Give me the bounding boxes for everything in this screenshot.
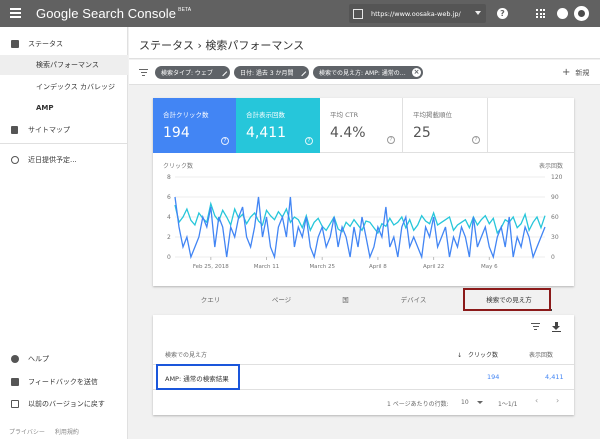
filter-icon[interactable] xyxy=(531,323,540,331)
menu-icon[interactable] xyxy=(10,8,21,18)
pagination-range: 1〜1/1 xyxy=(498,401,518,408)
y-left-tick-label: 8 xyxy=(167,174,171,181)
x-tick-label: April 22 xyxy=(423,264,444,270)
tab-devices[interactable]: デバイス xyxy=(386,289,441,311)
x-tick-label: March 11 xyxy=(254,264,280,270)
x-tick-label: May 6 xyxy=(481,264,498,270)
exit-icon xyxy=(11,400,19,408)
tab-pages[interactable]: ページ xyxy=(254,289,309,311)
y-right-tick-label: 60 xyxy=(551,214,559,221)
cell-clicks: 194 xyxy=(487,373,500,381)
y-right-ticks: 120 90 60 30 0 xyxy=(551,174,563,261)
y-left-tick-label: 0 xyxy=(167,254,171,261)
sidebar-item-search-performance[interactable]: 検索パフォーマンス xyxy=(0,55,128,75)
edit-icon[interactable] xyxy=(218,67,228,77)
privacy-link[interactable]: プライバシー xyxy=(9,429,45,436)
y-left-tick-label: 6 xyxy=(167,194,171,201)
property-selector[interactable]: https://www.oosaka-web.jp/ xyxy=(349,4,486,23)
filter-icon[interactable] xyxy=(139,69,148,77)
sidebar-item-index-coverage[interactable]: インデックス カバレッジ xyxy=(0,77,128,97)
page-header: ステータス › 検索パフォーマンス xyxy=(129,27,600,59)
x-tick-label: Feb 25, 2018 xyxy=(193,264,229,270)
metric-average-ctr[interactable]: 平均 CTR 4.4% ? xyxy=(320,98,403,153)
y-right-axis-label: 表示回数 xyxy=(539,162,563,170)
avatar[interactable] xyxy=(574,6,589,21)
y-left-tick-label: 4 xyxy=(167,214,171,221)
property-url: https://www.oosaka-web.jp/ xyxy=(371,9,461,18)
notifications-icon[interactable] xyxy=(557,8,568,19)
chevron-down-icon xyxy=(475,11,481,15)
cell-impressions: 4,411 xyxy=(545,373,564,381)
page-title: ステータス › 検索パフォーマンス xyxy=(139,39,305,52)
rows-per-page-label: 1 ページあたりの行数: xyxy=(387,401,449,408)
column-header-appearance[interactable]: 検索での見え方 xyxy=(165,350,207,359)
sidebar: ステータス 検索パフォーマンス インデックス カバレッジ AMP サイトマップ … xyxy=(0,27,128,439)
sidebar-item-help[interactable]: ヘルプ xyxy=(0,349,128,369)
column-header-impressions[interactable]: 表示回数 xyxy=(529,350,553,359)
property-icon xyxy=(353,8,363,19)
y-left-tick-label: 2 xyxy=(167,234,171,241)
y-left-ticks: 8 6 4 2 0 xyxy=(167,174,171,261)
beta-badge: BETA xyxy=(178,7,192,13)
sidebar-item-amp[interactable]: AMP xyxy=(0,98,128,118)
download-icon[interactable] xyxy=(552,322,561,333)
product-logo[interactable]: Google Search Console BETA xyxy=(36,6,191,21)
terms-link[interactable]: 利用規約 xyxy=(55,429,79,436)
column-header-clicks[interactable]: ↓ クリック数 xyxy=(457,350,498,359)
help-icon[interactable]: ? xyxy=(305,137,313,145)
y-right-tick-label: 90 xyxy=(551,194,559,201)
help-icon[interactable]: ? xyxy=(387,136,395,144)
new-filter-button[interactable]: + 新規 xyxy=(562,67,589,78)
y-left-axis-label: クリック数 xyxy=(163,162,193,170)
filter-chip-search-type[interactable]: 検索タイプ: ウェブ xyxy=(155,66,230,79)
info-icon xyxy=(11,156,19,164)
close-icon[interactable]: × xyxy=(412,68,421,77)
brand-name: Google Search Console xyxy=(36,6,177,21)
apps-grid-icon[interactable] xyxy=(536,9,545,18)
y-right-tick-label: 30 xyxy=(551,234,559,241)
sidebar-divider xyxy=(0,143,128,144)
sidebar-item-coming-soon[interactable]: 近日提供予定... xyxy=(0,150,128,170)
performance-card: 合計クリック数 194 ? 合計表示回数 4,411 ? 平均 CTR 4.4%… xyxy=(153,98,574,286)
sidebar-item-old-version[interactable]: 以前のバージョンに戻す xyxy=(0,394,128,414)
sidebar-item-sitemaps[interactable]: サイトマップ xyxy=(0,120,128,140)
performance-chart: クリック数 表示回数 8 6 4 2 0 120 90 60 30 0 Feb 25, 2018… xyxy=(163,162,563,270)
next-page-button[interactable]: › xyxy=(556,396,559,405)
upload-icon xyxy=(11,126,18,134)
filter-chip-date[interactable]: 日付: 過去 3 か月間 xyxy=(234,66,309,79)
help-icon[interactable]: ? xyxy=(221,137,229,145)
prev-page-button[interactable]: ‹ xyxy=(535,396,538,405)
tab-queries[interactable]: クエリ xyxy=(183,289,238,311)
x-tick-label: March 25 xyxy=(309,264,335,270)
highlight-box-red xyxy=(463,288,551,311)
metric-spacer xyxy=(488,98,574,153)
sort-down-icon: ↓ xyxy=(457,352,463,359)
footer-links: プライバシー 利用規約 xyxy=(9,427,87,436)
dashboard-icon xyxy=(11,40,19,48)
y-right-tick-label: 0 xyxy=(551,254,555,261)
help-icon xyxy=(11,355,19,363)
filter-bar: 検索タイプ: ウェブ 日付: 過去 3 か月間 検索での見え方: AMP: 通常… xyxy=(129,60,600,85)
edit-icon[interactable] xyxy=(297,67,307,77)
highlight-box-blue xyxy=(156,364,240,390)
help-icon[interactable]: ? xyxy=(472,136,480,144)
plus-icon: + xyxy=(562,67,571,78)
sidebar-item-status[interactable]: ステータス xyxy=(0,34,128,54)
filter-chip-search-appearance[interactable]: 検索での見え方: AMP: 通常の… × xyxy=(313,66,423,79)
metric-total-clicks[interactable]: 合計クリック数 194 ? xyxy=(153,98,236,153)
chevron-down-icon xyxy=(476,401,483,404)
metric-average-position[interactable]: 平均掲載順位 25 ? xyxy=(403,98,488,153)
y-right-tick-label: 120 xyxy=(551,174,563,181)
metric-total-impressions[interactable]: 合計表示回数 4,411 ? xyxy=(236,98,320,153)
sidebar-item-feedback[interactable]: フィードバックを送信 xyxy=(0,372,128,392)
feedback-icon xyxy=(11,378,19,386)
rows-per-page-select[interactable]: 10 xyxy=(461,399,483,406)
x-ticks: Feb 25, 2018 March 11 March 25 April 8 April… xyxy=(193,257,498,270)
top-bar: Google Search Console BETA https://www.o… xyxy=(0,0,600,27)
help-icon[interactable]: ? xyxy=(497,8,508,19)
x-tick-label: April 8 xyxy=(369,264,387,270)
tab-countries[interactable]: 国 xyxy=(318,289,373,311)
